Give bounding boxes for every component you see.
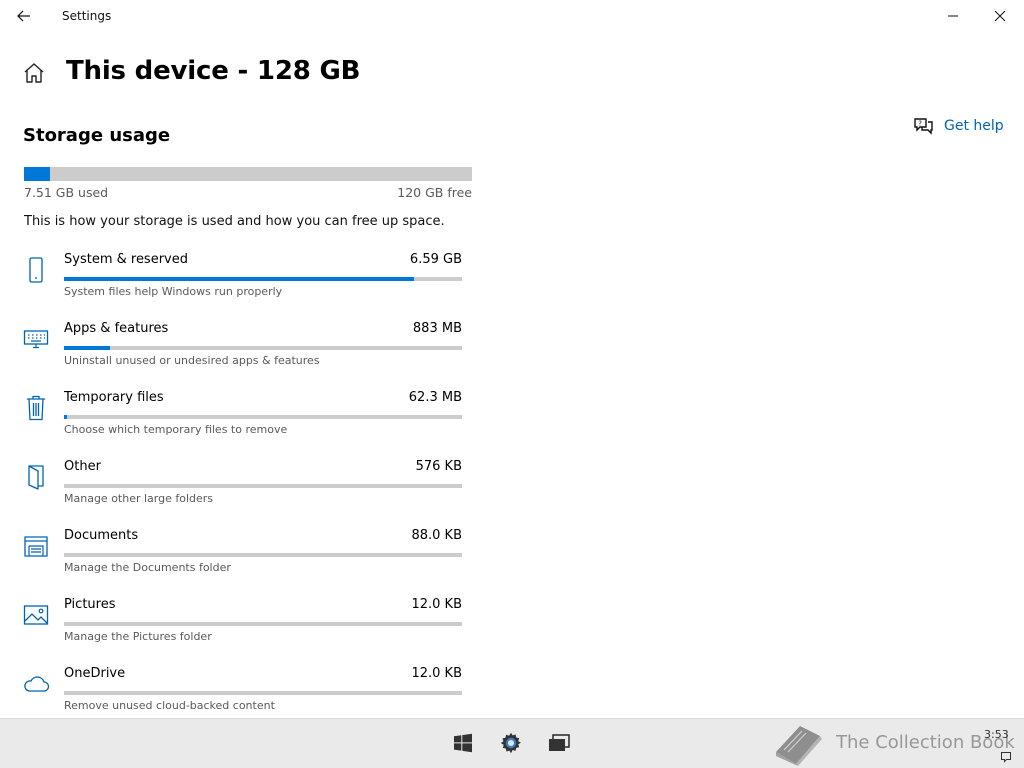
storage-usage-fill <box>24 167 51 181</box>
category-system-reserved[interactable]: System & reserved 6.59 GB System files h… <box>22 252 464 321</box>
chat-help-icon: ? <box>914 118 933 135</box>
storage-description: This is how your storage is used and how… <box>24 214 445 229</box>
category-name: System & reserved <box>64 252 188 267</box>
category-subtitle: System files help Windows run properly <box>64 285 283 298</box>
category-subtitle: Uninstall unused or undesired apps & fea… <box>64 354 320 367</box>
category-size: 576 KB <box>415 459 462 474</box>
taskbar-clock: 3:53 <box>984 728 1009 741</box>
category-pictures[interactable]: Pictures 12.0 KB Manage the Pictures fol… <box>22 597 464 666</box>
category-bar-fill <box>64 346 110 350</box>
category-name: Temporary files <box>64 390 164 405</box>
get-help-label: Get help <box>944 118 1004 134</box>
book-logo-icon <box>776 726 822 766</box>
category-other[interactable]: Other 576 KB Manage other large folders <box>22 459 464 528</box>
category-name: Documents <box>64 528 139 543</box>
app-title: Settings <box>62 9 112 23</box>
minimize-button[interactable] <box>930 0 976 32</box>
category-subtitle: Remove unused cloud-backed content <box>64 699 275 712</box>
documents-icon <box>22 530 50 562</box>
notifications-button[interactable] <box>1000 748 1012 763</box>
home-icon <box>24 63 44 83</box>
svg-text:?: ? <box>918 120 922 128</box>
category-subtitle: Choose which temporary files to remove <box>64 423 288 436</box>
start-button[interactable] <box>451 731 475 755</box>
settings-taskbar-button[interactable] <box>499 731 523 755</box>
category-bar <box>64 622 462 626</box>
close-icon <box>994 10 1006 22</box>
section-title: Storage usage <box>23 125 171 146</box>
category-size: 88.0 KB <box>411 528 462 543</box>
phone-icon <box>22 254 50 286</box>
title-bar: Settings <box>0 0 1024 32</box>
get-help-link[interactable]: ? Get help <box>912 116 1004 136</box>
pictures-icon <box>22 599 50 631</box>
back-button[interactable] <box>10 2 38 30</box>
category-subtitle: Manage the Documents folder <box>64 561 231 574</box>
watermark: The Collection Book <box>770 722 1015 766</box>
category-subtitle: Manage other large folders <box>64 492 214 505</box>
category-apps-features[interactable]: Apps & features 883 MB Uninstall unused … <box>22 321 464 390</box>
gear-icon <box>500 732 521 754</box>
category-bar <box>64 277 462 281</box>
category-size: 883 MB <box>412 321 462 336</box>
minimize-icon <box>948 15 958 17</box>
home-button[interactable] <box>22 62 46 84</box>
keyboard-icon <box>22 323 50 355</box>
category-bar-fill <box>64 277 415 281</box>
storage-categories-list: System & reserved 6.59 GB System files h… <box>22 252 464 735</box>
windows-logo-icon <box>454 733 472 753</box>
notification-icon <box>1001 752 1011 763</box>
task-view-icon <box>549 734 570 751</box>
category-size: 62.3 MB <box>408 390 462 405</box>
category-size: 12.0 KB <box>411 666 462 681</box>
free-label: 120 GB free <box>397 185 472 200</box>
category-name: OneDrive <box>64 666 126 681</box>
category-documents[interactable]: Documents 88.0 KB Manage the Documents f… <box>22 528 464 597</box>
back-arrow-icon <box>17 10 30 22</box>
category-bar-fill <box>64 415 68 419</box>
category-name: Apps & features <box>64 321 169 336</box>
category-subtitle: Manage the Pictures folder <box>64 630 212 643</box>
category-temporary-files[interactable]: Temporary files 62.3 MB Choose which tem… <box>22 390 464 459</box>
category-bar <box>64 484 462 488</box>
close-button[interactable] <box>977 0 1023 32</box>
page-title: This device - 128 GB <box>66 56 361 86</box>
category-bar <box>64 346 462 350</box>
storage-usage-bar <box>24 167 472 181</box>
category-bar <box>64 415 462 419</box>
folder-icon <box>22 461 50 493</box>
trash-icon <box>22 392 50 424</box>
category-bar <box>64 553 462 557</box>
category-bar <box>64 691 462 695</box>
category-name: Other <box>64 459 101 474</box>
category-size: 12.0 KB <box>411 597 462 612</box>
cloud-icon <box>22 668 50 700</box>
task-view-button[interactable] <box>547 731 571 755</box>
category-name: Pictures <box>64 597 116 612</box>
used-label: 7.51 GB used <box>24 185 109 200</box>
category-size: 6.59 GB <box>409 252 462 267</box>
